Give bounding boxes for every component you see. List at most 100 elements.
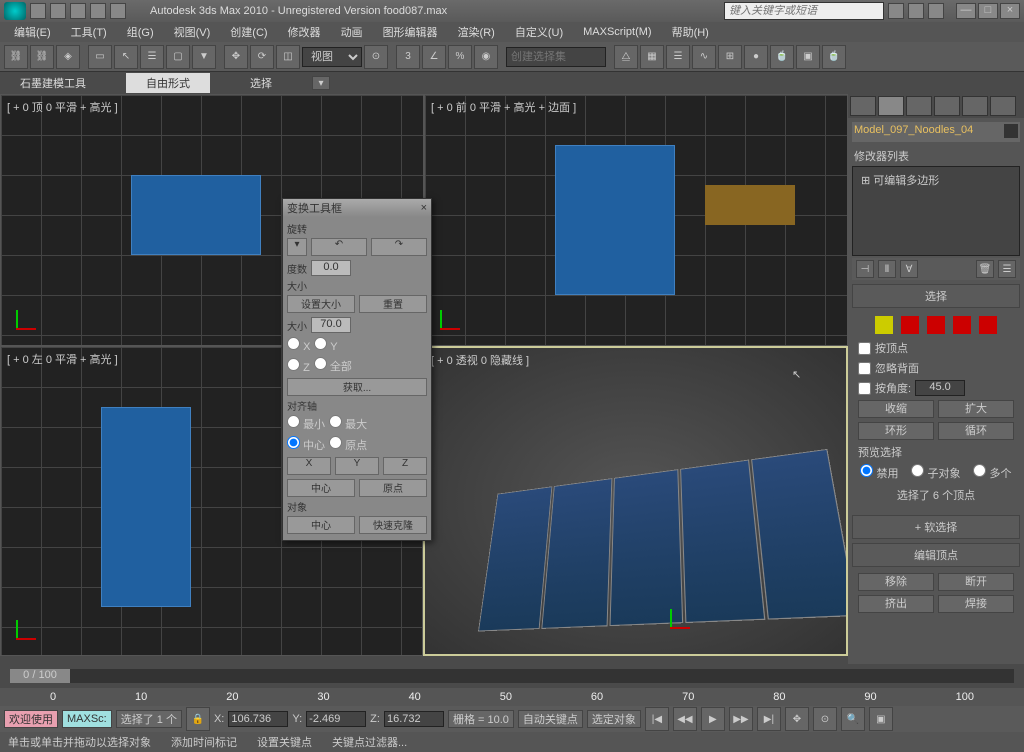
new-icon[interactable]: [30, 3, 46, 19]
rotate-icon[interactable]: ⟳: [250, 45, 274, 69]
expand-icon[interactable]: ▾: [312, 76, 330, 90]
autokey-button[interactable]: 自动关键点: [518, 710, 583, 728]
link-icon[interactable]: ⛓: [4, 45, 28, 69]
selection-header[interactable]: 选择: [852, 284, 1020, 308]
size-spinner[interactable]: 70.0: [311, 317, 351, 333]
softsel-header[interactable]: + 软选择: [852, 515, 1020, 539]
dialog-titlebar[interactable]: 变换工具框 ×: [283, 199, 431, 217]
align-z-button[interactable]: Z: [383, 457, 427, 475]
maxscript-label[interactable]: MAXSc:: [62, 710, 112, 728]
nav-icon-4[interactable]: ▣: [869, 707, 893, 731]
select-tab[interactable]: 选择: [250, 75, 272, 91]
menu-help[interactable]: 帮助(H): [664, 22, 717, 42]
weld-button[interactable]: 焊接: [938, 595, 1014, 613]
menu-view[interactable]: 视图(V): [166, 22, 219, 42]
scale-icon[interactable]: ◫: [276, 45, 300, 69]
render-setup-icon[interactable]: 🍵: [770, 45, 794, 69]
subobj-radio[interactable]: 子对象: [911, 464, 960, 481]
y-radio[interactable]: Y: [314, 337, 337, 353]
center-button[interactable]: 中心: [287, 479, 355, 497]
menu-modifiers[interactable]: 修改器: [280, 22, 329, 42]
select-icon[interactable]: ▭: [88, 45, 112, 69]
vp-top-label[interactable]: [ + 0 顶 0 平滑 + 高光 ]: [7, 99, 118, 115]
render-frame-icon[interactable]: ▣: [796, 45, 820, 69]
graphite-label[interactable]: 石墨建模工具: [20, 75, 86, 91]
spinner-snap-icon[interactable]: ◉: [474, 45, 498, 69]
select-region-icon[interactable]: ▢: [166, 45, 190, 69]
y-coord-input[interactable]: [306, 711, 366, 727]
origin-radio[interactable]: 原点: [329, 436, 367, 453]
vp-persp-label[interactable]: [ + 0 透视 0 隐藏线 ]: [431, 352, 529, 368]
bind-icon[interactable]: ◈: [56, 45, 80, 69]
loop-button[interactable]: 循环: [938, 422, 1014, 440]
set-size-button[interactable]: 设置大小: [287, 295, 355, 313]
origin-button[interactable]: 原点: [359, 479, 427, 497]
ref-coord-dropdown[interactable]: 视图: [302, 47, 362, 67]
menu-tools[interactable]: 工具(T): [63, 22, 115, 42]
goto-end-icon[interactable]: ▶|: [757, 707, 781, 731]
vertex-icon[interactable]: [875, 316, 893, 334]
render-icon[interactable]: 🍵: [822, 45, 846, 69]
shrink-button[interactable]: 收缩: [858, 400, 934, 418]
maximize-button[interactable]: □: [978, 3, 998, 19]
minimize-button[interactable]: —: [956, 3, 976, 19]
utilities-tab-icon[interactable]: [990, 96, 1016, 116]
polygon-icon[interactable]: [953, 316, 971, 334]
set-key-button[interactable]: 设置关键点: [257, 734, 312, 750]
open-icon[interactable]: [50, 3, 66, 19]
time-handle[interactable]: 0 / 100: [10, 669, 70, 683]
min-radio[interactable]: 最小: [287, 415, 325, 432]
disabled-radio[interactable]: 禁用: [860, 464, 898, 481]
nav-icon-2[interactable]: ⊙: [813, 707, 837, 731]
viewcube[interactable]: ↖: [792, 368, 816, 392]
grow-button[interactable]: 扩大: [938, 400, 1014, 418]
create-tab-icon[interactable]: [850, 96, 876, 116]
all-radio[interactable]: 全部: [314, 357, 352, 374]
schematic-icon[interactable]: ⊞: [718, 45, 742, 69]
named-selection-input[interactable]: [506, 47, 606, 67]
motion-tab-icon[interactable]: [934, 96, 960, 116]
menu-create[interactable]: 创建(C): [222, 22, 275, 42]
x-coord-input[interactable]: [228, 711, 288, 727]
show-icon[interactable]: Ⅱ: [878, 260, 896, 278]
menu-render[interactable]: 渲染(R): [450, 22, 503, 42]
search-input[interactable]: [724, 2, 884, 20]
app-logo[interactable]: [4, 2, 26, 20]
vp-front-label[interactable]: [ + 0 前 0 平滑 + 高光 + 边面 ]: [431, 99, 576, 115]
transform-toolbox-dialog[interactable]: 变换工具框 × 旋转 ▾ ↶ ↷ 度数 0.0 大小 设置大小 重置 大小 70…: [282, 198, 432, 541]
dialog-close-icon[interactable]: ×: [421, 202, 427, 214]
lock-icon[interactable]: 🔒: [186, 707, 210, 731]
align-x-button[interactable]: X: [287, 457, 331, 475]
unlink-icon[interactable]: ⛓: [30, 45, 54, 69]
remove-button[interactable]: 移除: [858, 573, 934, 591]
edit-vertex-header[interactable]: 编辑顶点: [852, 543, 1020, 567]
move-icon[interactable]: ✥: [224, 45, 248, 69]
curve-editor-icon[interactable]: ∿: [692, 45, 716, 69]
extrude-button[interactable]: 挤出: [858, 595, 934, 613]
viewport-perspective[interactable]: [ + 0 透视 0 隐藏线 ] ↖: [423, 346, 848, 656]
obj-center-button[interactable]: 中心: [287, 516, 355, 534]
get-button[interactable]: 获取...: [287, 378, 427, 396]
rotate-cw-button[interactable]: ↷: [371, 238, 427, 256]
color-swatch[interactable]: [1004, 124, 1018, 138]
angle-snap-icon[interactable]: ∠: [422, 45, 446, 69]
border-icon[interactable]: [927, 316, 945, 334]
by-vertex-check[interactable]: 按顶点: [858, 338, 1014, 358]
object-name-field[interactable]: Model_097_Noodles_04: [852, 122, 1020, 142]
unique-icon[interactable]: ∀: [900, 260, 918, 278]
display-tab-icon[interactable]: [962, 96, 988, 116]
quick-clone-button[interactable]: 快速克隆: [359, 516, 427, 534]
center-radio[interactable]: 中心: [287, 436, 325, 453]
redo-icon[interactable]: [110, 3, 126, 19]
multi-radio[interactable]: 多个: [973, 464, 1011, 481]
config-icon[interactable]: ☰: [998, 260, 1016, 278]
degrees-spinner[interactable]: 0.0: [311, 260, 351, 276]
prev-frame-icon[interactable]: ◀◀: [673, 707, 697, 731]
align-icon[interactable]: ▦: [640, 45, 664, 69]
modify-tab-icon[interactable]: [878, 96, 904, 116]
menu-group[interactable]: 组(G): [119, 22, 162, 42]
hierarchy-tab-icon[interactable]: [906, 96, 932, 116]
select-arrow-icon[interactable]: ↖: [114, 45, 138, 69]
z-coord-input[interactable]: [384, 711, 444, 727]
menu-graph[interactable]: 图形编辑器: [375, 22, 446, 42]
